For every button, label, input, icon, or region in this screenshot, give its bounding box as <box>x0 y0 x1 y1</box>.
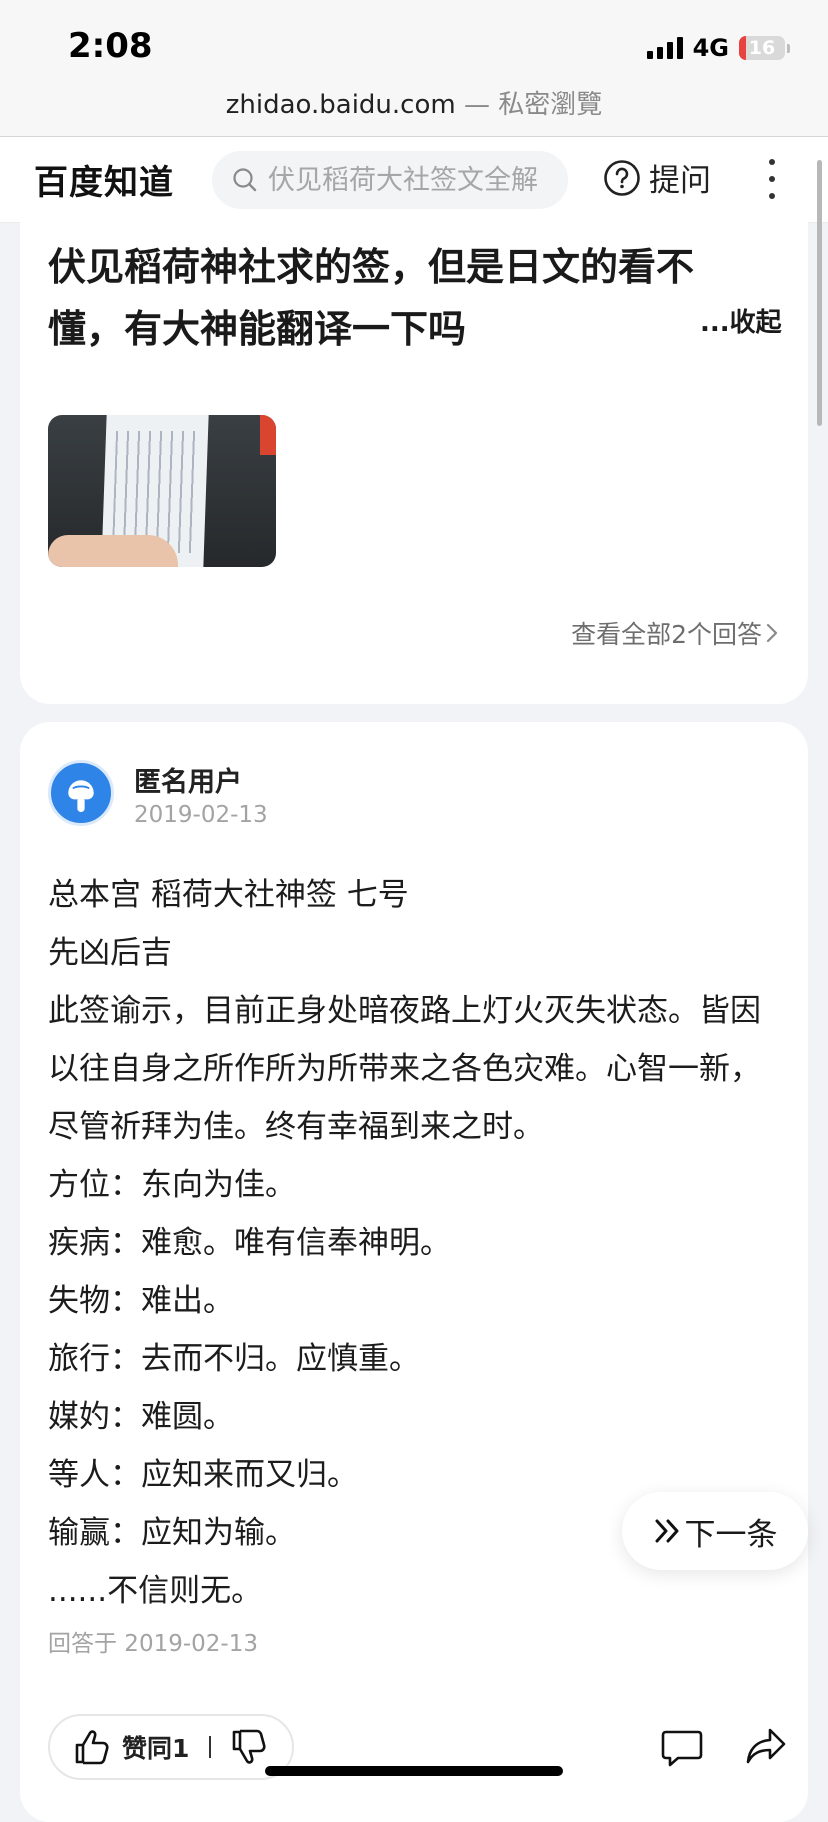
question-title: 伏见稻荷神社求的签，但是日文的看不懂，有大神能翻译一下吗 <box>48 245 695 351</box>
next-label: 下一条 <box>684 1516 778 1553</box>
vote-divider <box>209 1736 212 1758</box>
answer-card: 匿名用户 2019-02-13 总本宫 稻荷大社神签 七号 先凶后吉 此签谕示，… <box>20 722 808 1822</box>
battery-level: 16 <box>748 37 776 59</box>
answer-line: 总本宫 稻荷大社神签 七号 <box>48 877 409 913</box>
search-input[interactable] <box>266 163 560 197</box>
site-header: 百度知道 提问 <box>0 137 828 223</box>
scrollbar[interactable] <box>817 160 822 426</box>
answer-line: 旅行：去而不归。应慎重。 <box>48 1341 420 1377</box>
user-name[interactable]: 匿名用户 <box>134 760 242 799</box>
signal-icon <box>646 37 683 59</box>
status-and-url-bar: 2:08 4G 16 zhidao.baidu.com — 私密瀏覽 <box>0 0 828 137</box>
battery-tip <box>787 43 790 53</box>
answer-date: 2019-02-13 <box>134 802 268 828</box>
ask-question-button[interactable]: 提问 <box>603 155 711 200</box>
vote-pill: 赞同1 <box>48 1714 294 1780</box>
question-circle-icon <box>604 159 640 196</box>
search-icon <box>233 168 257 192</box>
more-vertical-icon[interactable] <box>760 159 784 199</box>
network-type: 4G <box>692 34 729 62</box>
view-all-answers-link[interactable]: 查看全部2个回答 <box>571 615 778 651</box>
answer-line: 疾病：难愈。唯有信奉神明。 <box>48 1225 451 1261</box>
status-time: 2:08 <box>68 26 153 66</box>
answer-line: 先凶后吉 <box>48 935 172 971</box>
next-answer-button[interactable]: 下一条 <box>622 1492 808 1570</box>
anonymous-user-avatar[interactable] <box>48 760 114 826</box>
answered-at: 回答于 2019-02-13 <box>48 1631 258 1657</box>
battery-icon: 16 <box>739 36 785 60</box>
answer-line: 失物：难出。 <box>48 1283 234 1319</box>
view-all-label: 查看全部2个回答 <box>571 620 762 649</box>
thumbs-down-icon[interactable] <box>229 1727 269 1767</box>
url-domain: zhidao.baidu.com <box>225 90 456 120</box>
collapse-link[interactable]: ...收起 <box>700 302 782 339</box>
answer-line: 方位：东向为佳。 <box>48 1167 296 1203</box>
home-indicator[interactable] <box>265 1766 563 1776</box>
answer-line: ......不信则无。 <box>48 1573 263 1609</box>
ask-label: 提问 <box>649 163 711 199</box>
status-indicators: 4G 16 <box>646 34 790 62</box>
url-bar[interactable]: zhidao.baidu.com — 私密瀏覽 <box>0 84 828 121</box>
answer-line: 此签谕示，目前正身处暗夜路上灯火灭失状态。皆因以往自身之所作所为所带来之各色灾难… <box>48 993 761 1145</box>
chevron-right-icon <box>766 623 778 643</box>
question-image-fortune-slip[interactable] <box>48 415 276 567</box>
double-chevron-right-icon <box>655 1519 678 1543</box>
baidu-zhidao-logo[interactable]: 百度知道 <box>34 155 174 204</box>
url-separator: — <box>463 90 490 120</box>
private-mode-label: 私密瀏覽 <box>498 90 603 120</box>
share-icon[interactable] <box>744 1724 788 1768</box>
comment-icon[interactable] <box>660 1724 704 1768</box>
question-card: 伏见稻荷神社求的签，但是日文的看不懂，有大神能翻译一下吗 ...收起 查看全部2… <box>20 222 808 704</box>
thumbs-up-icon[interactable] <box>72 1727 112 1767</box>
search-box[interactable] <box>212 151 568 209</box>
upvote-count[interactable]: 赞同1 <box>122 1729 189 1765</box>
answer-line: 媒妁：难圆。 <box>48 1399 234 1435</box>
